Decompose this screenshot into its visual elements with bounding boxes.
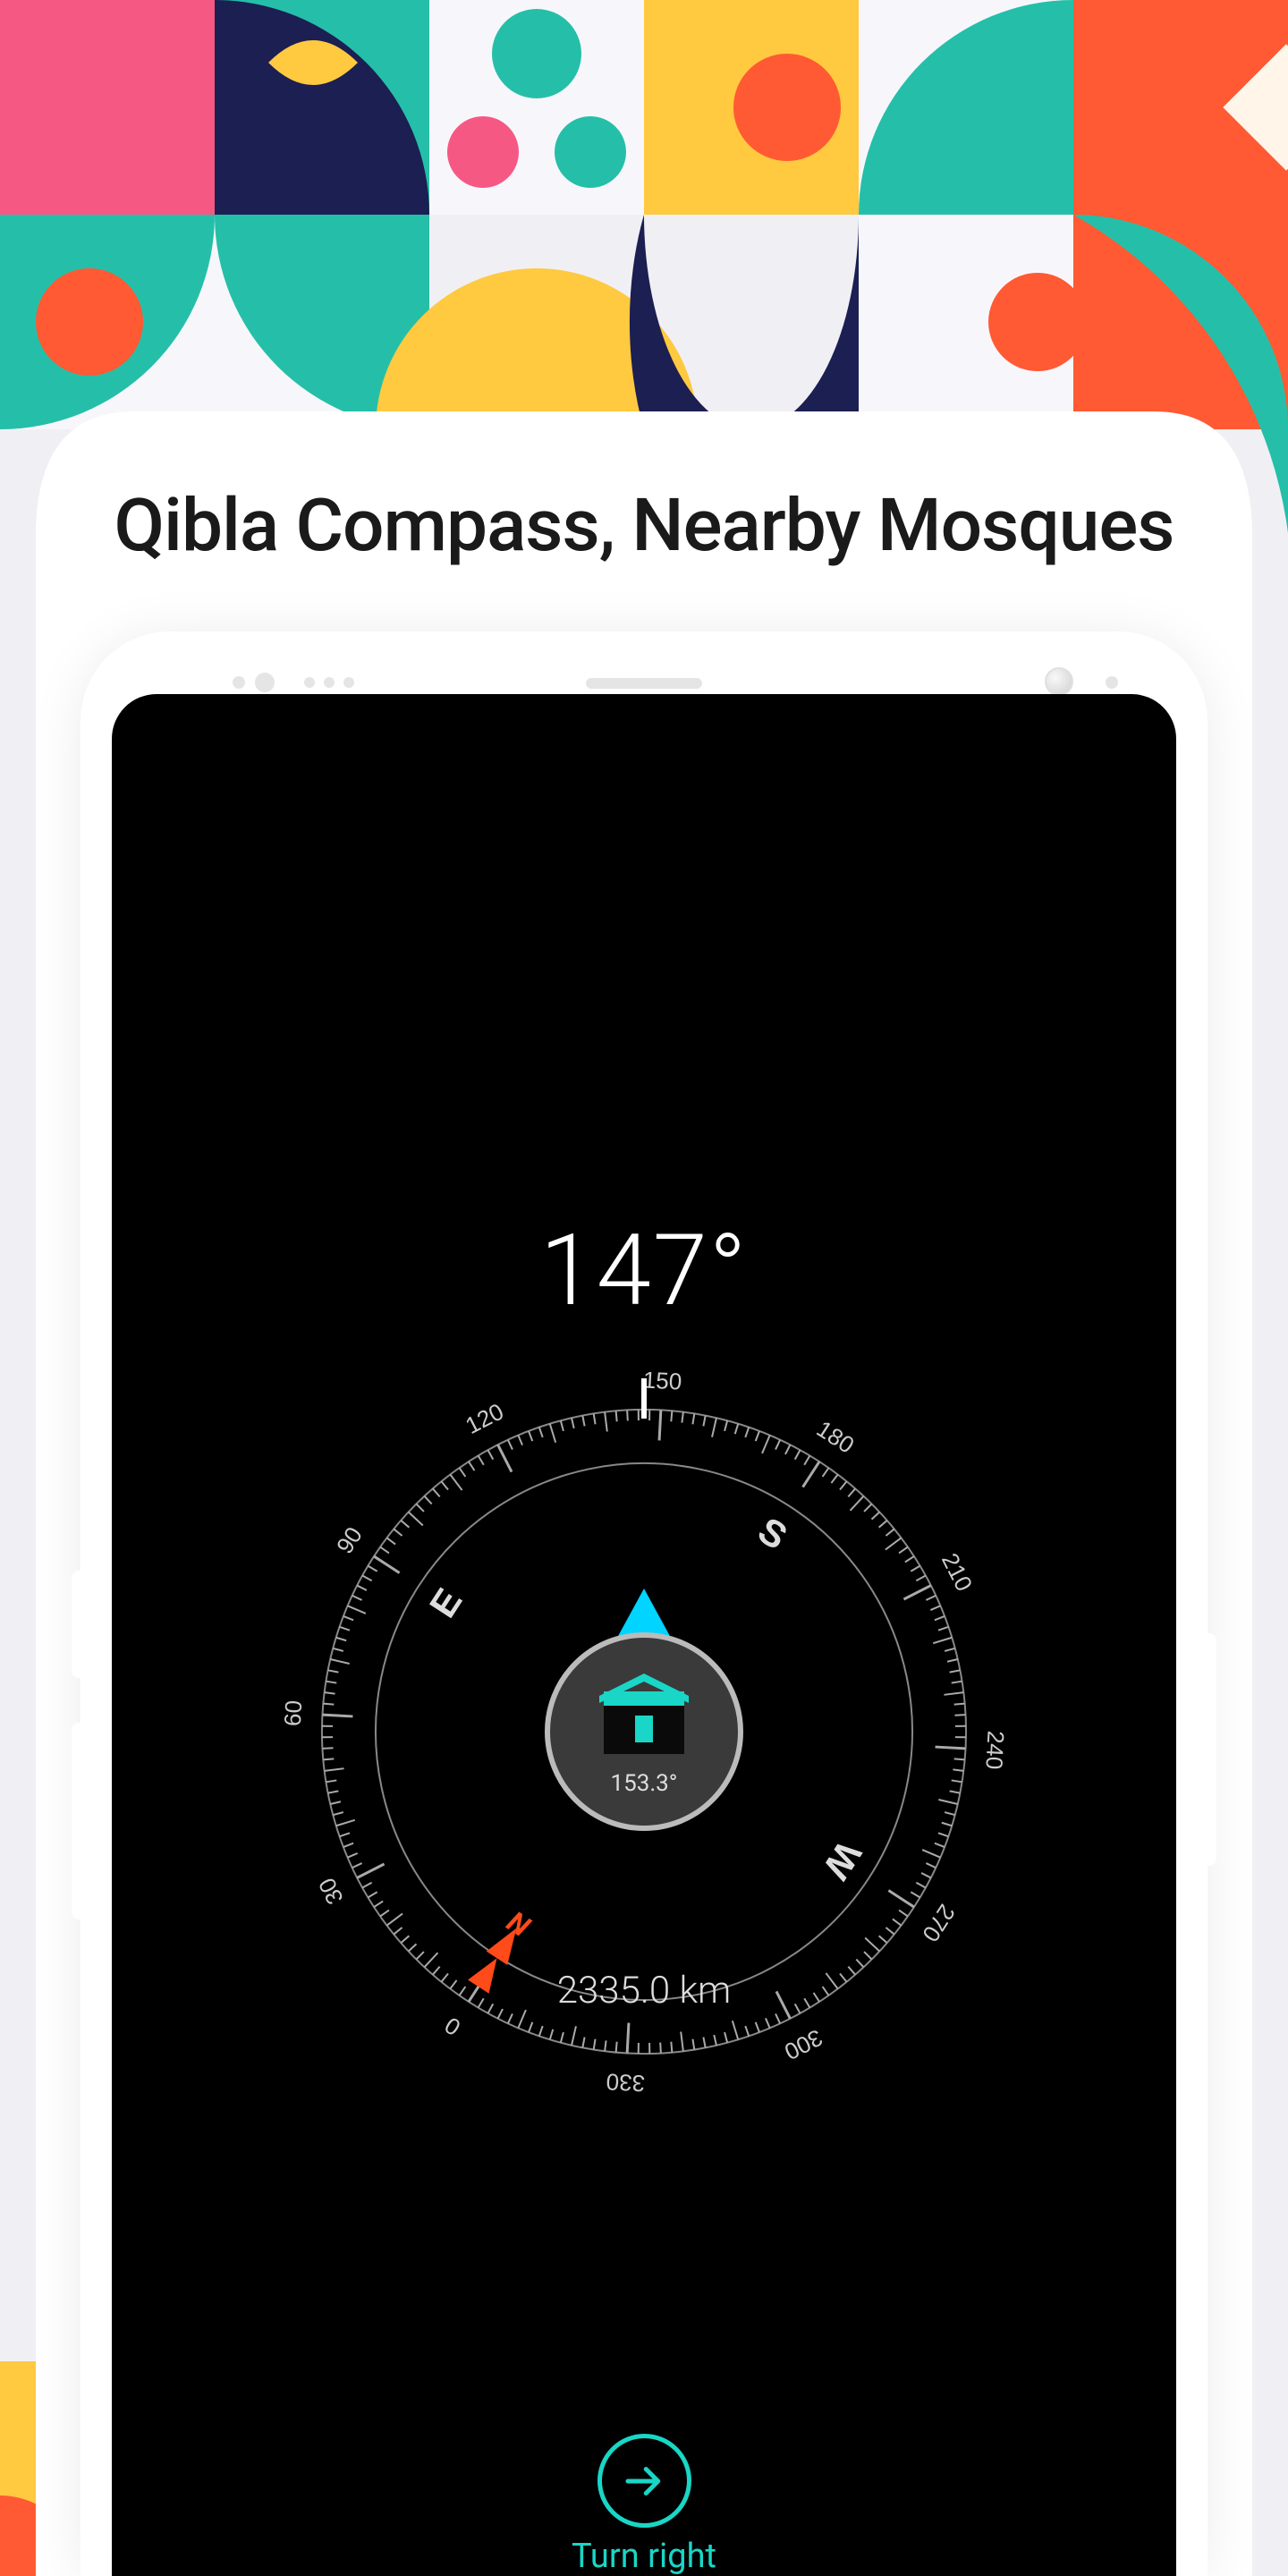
phone-hardware-top — [80, 631, 1208, 694]
phone-screen: 147° 0 30 60 90 120 150 180 210 240 270 300 330 E S W — [112, 694, 1176, 2576]
svg-text:240: 240 — [980, 1730, 1009, 1770]
qibla-pointer-icon — [617, 1589, 671, 1638]
svg-text:150: 150 — [642, 1366, 682, 1394]
svg-text:120: 120 — [461, 1398, 507, 1439]
turn-label: Turn right — [112, 2537, 1176, 2576]
svg-text:330: 330 — [606, 2068, 646, 2097]
qibla-distance: 2335.0 km — [112, 1969, 1176, 2012]
svg-text:W: W — [815, 1835, 869, 1887]
svg-text:60: 60 — [279, 1699, 307, 1726]
svg-text:E: E — [421, 1580, 470, 1624]
svg-text:S: S — [751, 1509, 795, 1558]
svg-text:90: 90 — [331, 1522, 368, 1559]
phone-mockup: 147° 0 30 60 90 120 150 180 210 240 270 300 330 E S W — [80, 631, 1208, 2576]
arrow-right-icon — [597, 2434, 691, 2528]
svg-text:30: 30 — [313, 1874, 349, 1909]
svg-text:0: 0 — [440, 2012, 465, 2041]
svg-text:180: 180 — [812, 1415, 860, 1459]
svg-text:270: 270 — [917, 1900, 961, 1947]
heading-angle: 147° — [112, 1213, 1176, 1328]
page-title: Qibla Compass, Nearby Mosques — [0, 483, 1288, 569]
svg-text:210: 210 — [936, 1548, 978, 1595]
qibla-angle: 153.3° — [610, 1770, 677, 1797]
svg-text:300: 300 — [780, 2024, 826, 2065]
turn-direction: Turn right — [112, 2434, 1176, 2576]
